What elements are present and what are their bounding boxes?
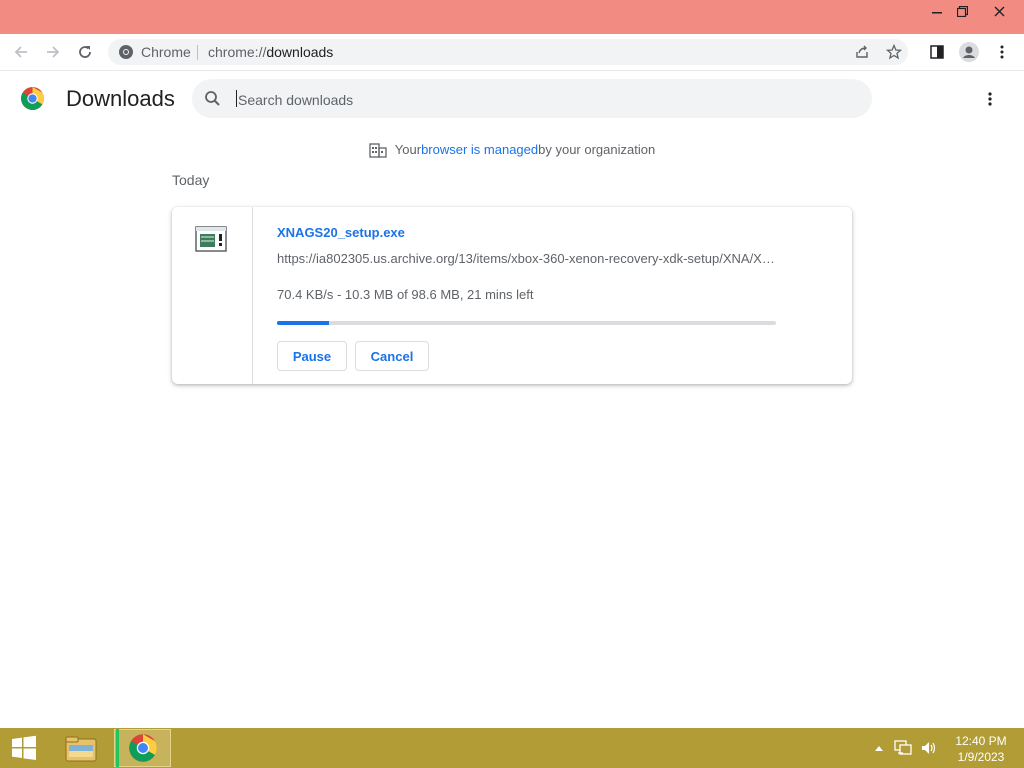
address-bar[interactable]: Chrome chrome://downloads <box>108 39 908 65</box>
taskbar-file-explorer[interactable] <box>56 729 106 767</box>
omnibox-url-scheme: chrome:// <box>208 44 267 60</box>
profile-button[interactable] <box>955 38 983 66</box>
windows-logo-icon <box>12 735 36 760</box>
file-icon-column <box>172 207 253 384</box>
reload-icon <box>79 46 91 58</box>
arrow-left-icon <box>14 46 27 58</box>
minimize-icon <box>932 12 942 14</box>
clock-time: 12:40 PM <box>955 734 1007 748</box>
forward-button[interactable] <box>39 38 67 66</box>
omnibox-url: chrome://downloads <box>208 44 333 60</box>
reload-button[interactable] <box>71 38 99 66</box>
download-status-text: 70.4 KB/s - 10.3 MB of 98.6 MB, 21 mins … <box>277 287 534 302</box>
avatar-icon <box>959 42 979 62</box>
omnibox-site-label: Chrome <box>141 44 191 60</box>
building-icon <box>369 142 387 158</box>
omnibox-divider <box>197 45 198 60</box>
system-tray <box>874 728 938 768</box>
more-vert-icon <box>1000 45 1004 59</box>
search-icon <box>205 91 220 106</box>
close-window-button[interactable] <box>984 0 1014 22</box>
downloads-menu-button[interactable] <box>980 89 1000 109</box>
browser-toolbar: Chrome chrome://downloads <box>0 34 1024 71</box>
arrow-right-icon <box>47 46 60 58</box>
managed-text-prefix: Your <box>394 141 422 157</box>
network-icon[interactable] <box>894 740 912 756</box>
folder-icon <box>65 736 97 762</box>
file-source-url[interactable]: https://ia802305.us.archive.org/13/items… <box>277 251 777 266</box>
volume-icon[interactable] <box>920 740 938 756</box>
restore-button[interactable] <box>947 0 977 22</box>
bookmark-button[interactable] <box>884 42 904 62</box>
page-title: Downloads <box>66 86 175 111</box>
managed-notice: Your browser is managed by your organiza… <box>0 139 1024 159</box>
chrome-logo-icon <box>21 87 44 110</box>
chrome-logo-icon <box>128 734 157 762</box>
back-button[interactable] <box>7 38 35 66</box>
browser-menu-button[interactable] <box>988 38 1016 66</box>
file-name-link[interactable]: XNAGS20_setup.exe <box>277 225 405 240</box>
managed-text-suffix: by your organization <box>538 141 656 157</box>
more-vert-icon <box>988 92 992 106</box>
star-icon <box>886 44 902 60</box>
download-progress-bar <box>277 321 776 325</box>
side-panel-button[interactable] <box>923 38 951 66</box>
share-icon <box>856 45 868 58</box>
search-input[interactable] <box>236 89 840 111</box>
cancel-button[interactable]: Cancel <box>355 341 429 371</box>
clock-date: 1/9/2023 <box>957 750 1005 764</box>
omnibox-url-host: downloads <box>266 44 334 60</box>
download-progress-fill <box>277 321 330 325</box>
taskbar-chrome[interactable] <box>114 729 171 767</box>
restore-icon <box>956 5 968 17</box>
active-window-indicator <box>116 729 119 767</box>
date-group-label: Today <box>172 172 210 188</box>
search-downloads-box[interactable] <box>192 79 872 118</box>
executable-file-icon <box>195 226 227 252</box>
share-button[interactable] <box>852 42 872 62</box>
close-icon <box>994 6 1004 16</box>
show-hidden-icons-icon[interactable] <box>874 744 884 752</box>
window-title-bar <box>0 0 1024 34</box>
managed-link[interactable]: browser is managed <box>421 142 538 157</box>
side-panel-icon <box>930 45 944 59</box>
windows-taskbar: 12:40 PM 1/9/2023 <box>0 728 1024 768</box>
pause-button[interactable]: Pause <box>277 341 347 371</box>
text-caret <box>236 90 237 107</box>
start-button[interactable] <box>0 729 48 767</box>
taskbar-clock[interactable]: 12:40 PM 1/9/2023 <box>948 733 1014 765</box>
downloads-header: Downloads <box>0 71 1024 127</box>
download-item-card: XNAGS20_setup.exe https://ia802305.us.ar… <box>172 207 852 384</box>
chrome-site-icon <box>119 45 133 59</box>
